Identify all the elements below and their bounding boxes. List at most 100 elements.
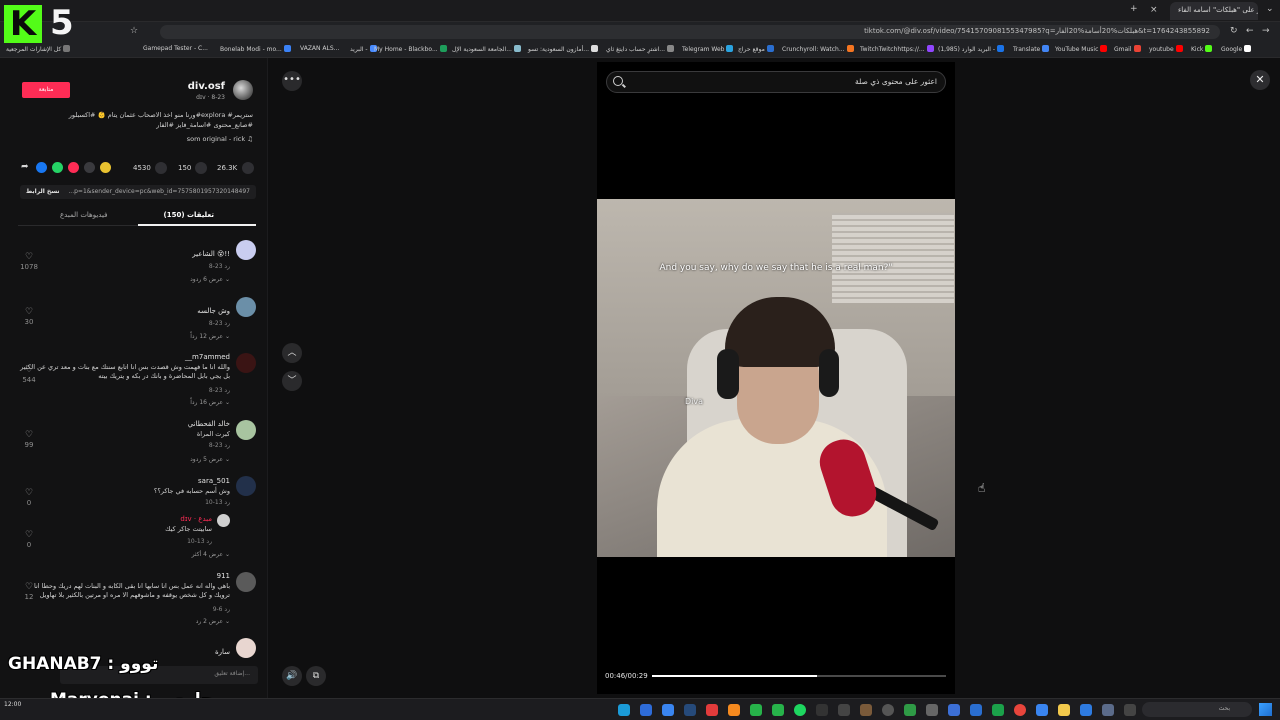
comment-avatar[interactable] (217, 514, 230, 527)
browser-tab-active[interactable]: انظر على "هبلكات" اسامه الفاء (1170, 2, 1258, 20)
tiktok-share-icon[interactable] (68, 162, 79, 173)
tab-comments[interactable]: تعليقات (150) (164, 211, 214, 219)
previous-video-button[interactable]: ︿ (282, 343, 302, 363)
bookmark-vazan[interactable]: VAZAN ALS... (300, 45, 339, 52)
bookmark-account[interactable]: اشترِ حساب دايتغ ثاي... (606, 45, 675, 53)
app-icon[interactable] (1124, 704, 1136, 716)
comment-author[interactable]: وش جالسه (197, 307, 230, 315)
reload-icon[interactable]: ↻ (1230, 26, 1238, 36)
bookmark-star-icon[interactable]: ☆ (130, 26, 138, 36)
comment-author[interactable]: الشاعير 😵!! (192, 250, 230, 258)
author-name[interactable]: div.osf (188, 81, 225, 92)
comment-meta[interactable]: 8-23 رد (209, 320, 230, 327)
app-icon[interactable] (728, 704, 740, 716)
app-icon[interactable] (706, 704, 718, 716)
taskbar-search[interactable]: بحث (1142, 702, 1252, 717)
xbox-icon[interactable] (750, 704, 762, 716)
comment-author[interactable]: سارة (215, 648, 230, 656)
comment-like[interactable]: ♡ 0 (18, 488, 40, 507)
app-icon[interactable] (970, 704, 982, 716)
video-progress-bar[interactable] (652, 675, 946, 677)
comment-meta[interactable]: 9-6 رد (213, 606, 230, 613)
bookmark-gamepad[interactable]: Gamepad Tester - C... (143, 45, 208, 52)
app-icon[interactable] (904, 704, 916, 716)
comment-avatar[interactable] (236, 353, 256, 373)
bookmark-blackboard[interactable]: My Home - Blackbo... (374, 45, 447, 53)
spotify-icon[interactable] (794, 704, 806, 716)
comment-like[interactable]: ♡ 99 (18, 430, 40, 449)
comment-meta[interactable]: 10-13 رد (205, 499, 230, 506)
forward-icon[interactable]: ← (1246, 26, 1254, 36)
follow-button[interactable]: متابعة (22, 82, 70, 98)
comment-like[interactable]: ♡ 544 (18, 365, 40, 384)
new-tab-icon[interactable]: + (1130, 4, 1138, 14)
view-replies[interactable]: عرض 16 رداً ⌄ (190, 399, 230, 406)
bookmark-gmail[interactable]: Gmail (1114, 45, 1141, 53)
comment-like[interactable]: ♡ 30 (18, 307, 40, 326)
view-replies[interactable]: عرض 6 ردود ⌄ (190, 276, 230, 283)
view-replies[interactable]: عرض 5 ردود ⌄ (190, 456, 230, 463)
view-replies[interactable]: عرض 12 رداً ⌄ (190, 333, 230, 340)
edge-icon[interactable] (640, 704, 652, 716)
pip-button[interactable]: ⧉ (306, 666, 326, 686)
comment-avatar[interactable] (236, 572, 256, 592)
comment-icon[interactable] (195, 162, 207, 174)
app-icon[interactable] (992, 704, 1004, 716)
bookmark-haraj[interactable]: موقع حراج (738, 45, 774, 53)
view-replies[interactable]: عرض 2 رد ⌄ (196, 618, 230, 625)
steam-icon[interactable] (618, 704, 630, 716)
more-options-button[interactable]: ••• (282, 71, 302, 91)
bookmark-bonelab[interactable]: Bonelab Modi - mo... (220, 45, 291, 53)
back-icon[interactable]: → (1262, 26, 1270, 36)
bookmark-all[interactable]: كل الإشارات المرجعية (6, 45, 71, 53)
comment-meta[interactable]: 8-23 رد (209, 387, 230, 394)
copy-link-button[interactable]: نسخ الرابط (26, 188, 60, 195)
file-explorer-icon[interactable] (1058, 704, 1070, 716)
whatsapp-icon[interactable] (52, 162, 63, 173)
comment-meta[interactable]: 8-23 رد (209, 263, 230, 270)
comment-author[interactable]: sara_501 (198, 477, 230, 485)
app-icon[interactable] (1036, 704, 1048, 716)
bookmark-translate[interactable]: Translate (1013, 45, 1050, 53)
bookmark-twitch[interactable]: TwitchTwitchhttps://... (860, 45, 934, 53)
bookmark-youtube[interactable]: youtube (1149, 45, 1183, 53)
author-avatar[interactable] (233, 80, 253, 100)
comment-avatar[interactable] (236, 638, 256, 658)
comment-author[interactable]: 911 (217, 572, 230, 580)
embed-icon[interactable] (84, 162, 95, 173)
view-replies[interactable]: عرض 4 أكثر ⌄ (192, 551, 230, 558)
app-icon[interactable] (1080, 704, 1092, 716)
bookmark-mail[interactable]: البريد - (350, 45, 377, 53)
related-search-bar[interactable]: اعثور على محتوى ذي صلة (606, 71, 946, 93)
app-icon[interactable] (882, 704, 894, 716)
bookmark-amazon[interactable]: أمازون السعودية: تسو... (528, 45, 599, 53)
app-icon[interactable] (926, 704, 938, 716)
comment-avatar[interactable] (236, 420, 256, 440)
share-arrow-icon[interactable]: ➦ (21, 162, 29, 172)
comment-avatar[interactable] (236, 297, 256, 317)
comment-like[interactable]: ♡ 0 (18, 530, 40, 549)
close-tab-icon[interactable]: × (1150, 5, 1158, 15)
bookmark-kick[interactable]: Kick (1191, 45, 1213, 53)
bookmark-university[interactable]: الجامعة السعودية الإل... (452, 45, 521, 53)
like-icon[interactable] (242, 162, 254, 174)
app-icon[interactable] (948, 704, 960, 716)
bookmark-icon[interactable] (155, 162, 167, 174)
comment-author[interactable]: dɪv · مبدع (180, 515, 212, 523)
search-icon[interactable] (613, 76, 623, 86)
app-icon[interactable] (860, 704, 872, 716)
url-field[interactable]: tiktok.com/@div.osf/video/75415709081553… (160, 25, 1220, 39)
bookmark-youtube-music[interactable]: YouTube Music (1055, 45, 1108, 53)
app-icon[interactable] (838, 704, 850, 716)
chrome-icon[interactable] (662, 704, 674, 716)
comment-avatar[interactable] (236, 476, 256, 496)
comment-like[interactable]: ♡ 12 (18, 582, 40, 601)
app-icon[interactable] (1102, 704, 1114, 716)
share-link[interactable]: ...p=1&sender_device=pc&web_id=757580195… (68, 188, 250, 195)
app-icon[interactable] (772, 704, 784, 716)
bookmark-inbox[interactable]: (1,985) البريد الوارد - (938, 45, 1005, 53)
coin-icon[interactable] (100, 162, 111, 173)
close-icon[interactable]: ✕ (1250, 70, 1270, 90)
comment-meta[interactable]: 10-13 رد (187, 538, 212, 545)
video-frame[interactable]: And you say, why do we say that he is a … (597, 199, 955, 557)
